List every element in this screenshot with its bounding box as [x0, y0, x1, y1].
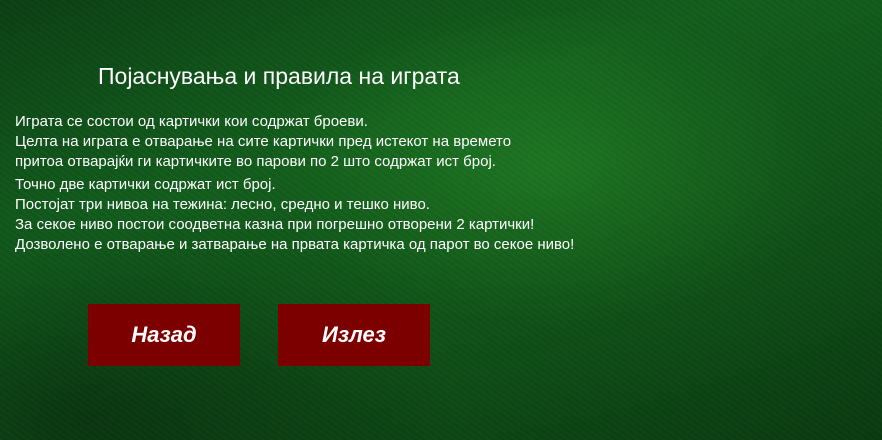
page-title: Појаснувања и правила на играта	[98, 63, 460, 89]
rules-list: Играта се состои од картички кои содржат…	[15, 112, 574, 255]
rule-line: Играта се состои од картички кои содржат…	[15, 113, 368, 130]
rule-line: притоа отварајќи ги картичките во парови…	[15, 153, 496, 170]
exit-button[interactable]: Излез	[278, 304, 430, 366]
rule-line: За секое ниво постои соодветна казна при…	[15, 216, 535, 233]
rule-line: Дозволено е отварање и затварање на прва…	[15, 236, 575, 253]
rule-line: Постојат три нивоа на тежина: лесно, сре…	[15, 196, 430, 213]
rule-line: Точно две картички содржат ист број.	[15, 176, 276, 193]
rule-line: Целта на играта е отварање на сите карти…	[15, 133, 512, 150]
back-button[interactable]: Назад	[88, 304, 240, 366]
